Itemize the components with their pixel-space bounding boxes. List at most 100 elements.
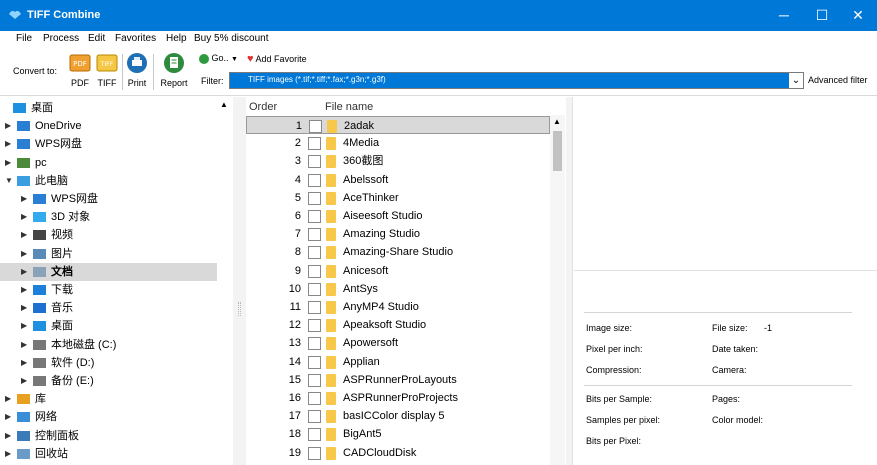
collapsed-arrow-icon[interactable]: ▶ [5,135,11,153]
file-row[interactable]: 16 ASPRunnerProProjects [246,389,550,407]
file-row[interactable]: 13 Apowersoft [246,334,550,352]
convert-pdf-button[interactable]: PDF PDF [68,52,92,92]
tree-item[interactable]: ▶ WPS网盘 [0,190,217,208]
close-button[interactable]: ✕ [841,0,875,31]
row-checkbox[interactable] [308,319,321,333]
file-row[interactable]: 8 Amazing-Share Studio [246,243,550,261]
collapsed-arrow-icon[interactable]: ▶ [21,190,27,208]
row-checkbox[interactable] [308,264,321,278]
row-checkbox[interactable] [308,210,321,223]
tree-item[interactable]: ▶ 回收站 [0,445,217,463]
convert-tiff-button[interactable]: TIFF TIFF [95,52,119,92]
collapsed-arrow-icon[interactable]: ▶ [21,299,27,317]
row-checkbox[interactable] [308,428,321,442]
collapsed-arrow-icon[interactable]: ▶ [21,281,27,299]
column-header-order[interactable]: Order [249,101,277,113]
file-row[interactable]: 5 AceThinker [246,189,550,207]
collapsed-arrow-icon[interactable]: ▶ [21,317,27,335]
go-dropdown[interactable]: Go.. ▼ [199,53,238,64]
pane-splitter[interactable] [233,97,246,465]
tree-item[interactable]: ▶ 库 [0,390,217,408]
tree-item[interactable]: ▼ 此电脑 [0,172,217,190]
collapsed-arrow-icon[interactable]: ▶ [5,154,11,172]
filter-select[interactable]: TIFF images (*.tif;*.tiff;*.fax;*.g3n;*.… [229,72,804,89]
file-row[interactable]: 6 Aiseesoft Studio [246,207,550,225]
advanced-filter-link[interactable]: Advanced filter [808,75,868,85]
row-checkbox[interactable] [308,228,321,242]
row-checkbox[interactable] [308,137,321,151]
file-row[interactable]: 11 AnyMP4 Studio [246,298,550,316]
tree-item[interactable]: ▶ 网络 [0,408,217,426]
tree-item[interactable]: ▶ 桌面 [0,317,217,335]
tree-item[interactable]: ▶ 音乐 [0,299,217,317]
file-row[interactable]: 14 Applian [246,353,550,371]
collapsed-arrow-icon[interactable]: ▶ [5,408,11,426]
collapsed-arrow-icon[interactable]: ▶ [21,245,27,263]
report-button[interactable]: Report [158,52,190,92]
collapsed-arrow-icon[interactable]: ▶ [5,445,11,463]
file-row[interactable]: 18 BigAnt5 [246,425,550,443]
menu-edit[interactable]: Edit [88,33,105,44]
menu-help[interactable]: Help [166,33,187,44]
collapsed-arrow-icon[interactable]: ▶ [5,390,11,408]
tree-item[interactable]: ▶ pc [0,154,217,172]
tree-item[interactable]: ▶ 3D 对象 [0,208,217,226]
add-favorite-button[interactable]: ♥ Add Favorite [247,53,307,65]
file-row[interactable]: 3 360截图 [246,152,550,170]
tree-item[interactable]: ▶ 控制面板 [0,427,217,445]
tree-item[interactable]: ▶ 图片 [0,245,217,263]
menu-favorites[interactable]: Favorites [115,33,156,44]
collapsed-arrow-icon[interactable]: ▶ [21,372,27,390]
tree-item[interactable]: ▶ 本地磁盘 (C:) [0,336,217,354]
tree-item[interactable]: ▶ WPS网盘 [0,135,217,153]
tree-item[interactable]: 桌面 [0,99,217,117]
row-checkbox[interactable] [308,446,321,460]
print-button[interactable]: Print [126,52,148,92]
tree-item[interactable]: ▶ 软件 (D:) [0,354,217,372]
tree-item[interactable]: ▶ 文档 [0,262,217,281]
row-checkbox[interactable] [308,301,321,314]
row-checkbox[interactable] [308,282,321,296]
collapsed-arrow-icon[interactable]: ▶ [5,427,11,445]
file-row[interactable]: 1 2adak [246,116,550,134]
maximize-button[interactable]: ☐ [805,0,839,31]
filter-dropdown-arrow[interactable]: ⌄ [789,72,804,89]
tree-scrollbar[interactable]: ▲ [217,97,233,465]
row-checkbox[interactable] [308,173,321,187]
file-row[interactable]: 7 Amazing Studio [246,225,550,243]
collapsed-arrow-icon[interactable]: ▶ [21,226,27,244]
file-row[interactable]: 12 Apeaksoft Studio [246,316,550,334]
file-row[interactable]: 9 Anicesoft [246,262,550,280]
tree-item[interactable]: ▶ 视频 [0,226,217,244]
row-checkbox[interactable] [308,410,321,424]
row-checkbox[interactable] [308,191,321,205]
tree-item[interactable]: ▶ 下载 [0,281,217,299]
collapsed-arrow-icon[interactable]: ▶ [21,336,27,354]
minimize-button[interactable]: ─ [767,0,801,31]
scroll-up-icon[interactable]: ▲ [220,100,228,109]
row-checkbox[interactable] [308,337,321,351]
menu-file[interactable]: File [16,33,32,44]
row-checkbox[interactable] [308,246,321,260]
file-row[interactable]: 4 Abelssoft [246,171,550,189]
row-checkbox[interactable] [309,120,322,133]
file-list-scrollbar[interactable]: ▲ [550,115,565,465]
menu-buy-discount[interactable]: Buy 5% discount [194,33,269,44]
file-row[interactable]: 19 CADCloudDisk [246,444,550,462]
row-checkbox[interactable] [308,373,321,387]
collapsed-arrow-icon[interactable]: ▶ [21,208,27,226]
row-checkbox[interactable] [308,392,321,405]
collapsed-arrow-icon[interactable]: ▶ [21,354,27,372]
file-row[interactable]: 2 4Media [246,134,550,152]
tree-item[interactable]: ▶ OneDrive [0,117,217,135]
file-row[interactable]: 17 basICColor display 5 [246,407,550,425]
scrollbar-thumb[interactable] [553,131,562,171]
menu-process[interactable]: Process [43,33,79,44]
row-checkbox[interactable] [308,355,321,369]
scroll-up-icon[interactable]: ▲ [553,117,561,126]
expanded-arrow-icon[interactable]: ▼ [5,172,13,190]
tree-item[interactable]: ▶ 备份 (E:) [0,372,217,390]
column-header-file-name[interactable]: File name [325,101,373,113]
file-row[interactable]: 15 ASPRunnerProLayouts [246,371,550,389]
collapsed-arrow-icon[interactable]: ▶ [21,263,27,281]
